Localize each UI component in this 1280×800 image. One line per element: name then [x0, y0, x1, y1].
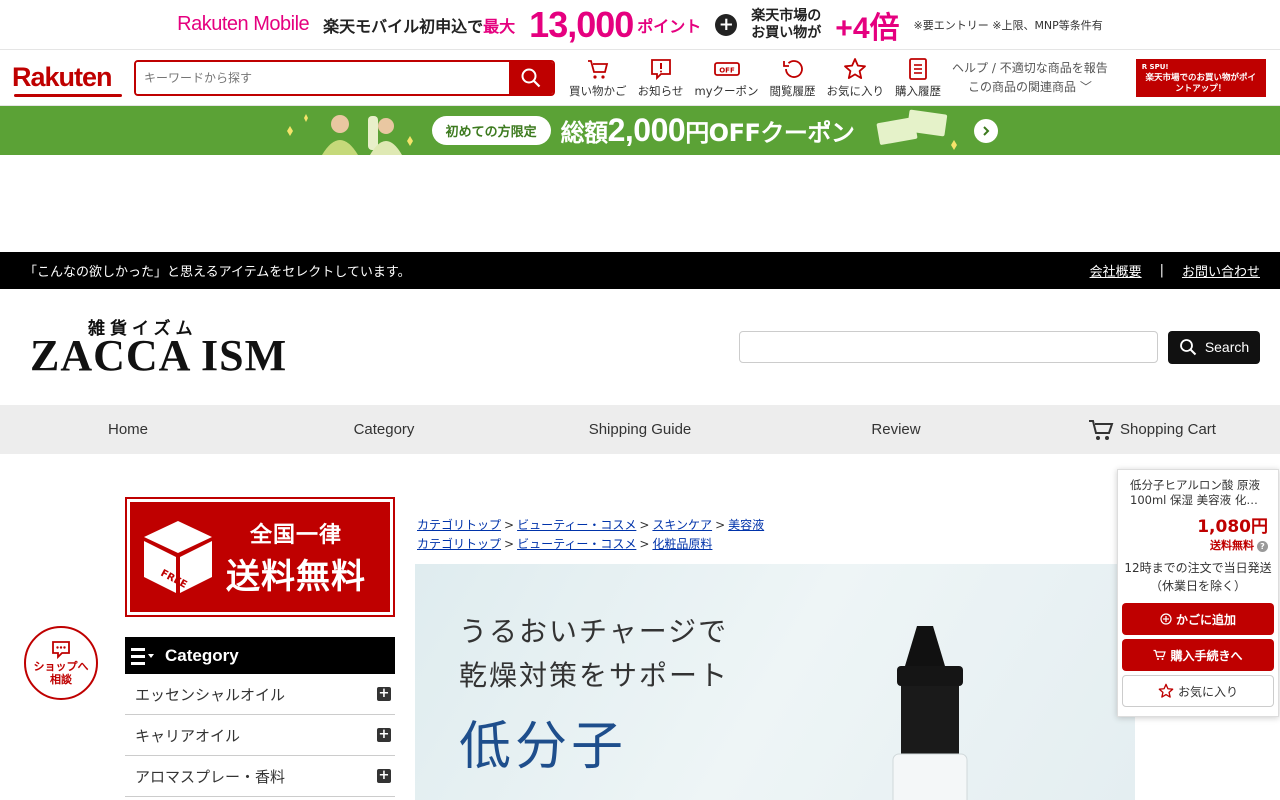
expand-plus-icon[interactable]: + — [377, 687, 391, 701]
rakuten-header: Rakuten 買い物かご お知らせ OFF myクーポン 閲覧履歴 お気に入り — [0, 50, 1280, 106]
star-icon — [844, 57, 867, 79]
category-item[interactable]: アロマスプレー・香料 + — [125, 756, 395, 797]
hero-line1: うるおいチャージで — [459, 615, 729, 648]
receipt-icon — [909, 57, 927, 80]
widget-shipping: 送料無料? — [1122, 537, 1274, 553]
rakuten-search-button[interactable] — [509, 61, 553, 94]
plus-circle-icon — [1160, 613, 1172, 625]
notification-icon — [650, 58, 671, 80]
info-icon[interactable]: ? — [1257, 541, 1268, 552]
coupon-prefix: 総額 — [560, 119, 609, 147]
chevron-right-icon[interactable] — [974, 118, 999, 143]
blank-ad-space — [0, 155, 1280, 252]
chevron-down-icon: ﹀ — [1079, 79, 1092, 94]
serum-bottle-image — [892, 626, 968, 800]
rakuten-mobile-logo: Rakuten Mobile — [177, 13, 310, 35]
rakuten-search-bar — [134, 59, 555, 96]
free-shipping-line2: 送料無料 — [226, 556, 366, 597]
nav-category[interactable]: Category — [256, 421, 512, 438]
purchase-history-link[interactable]: 購入履歴 — [890, 57, 946, 99]
promo-points-label: ポイント — [637, 16, 702, 36]
company-info-link[interactable]: 会社概要 — [1090, 261, 1142, 280]
star-icon — [1158, 683, 1174, 698]
main-content-area: ショップへ 相談 FREE 全国一律 送料無料 Category エッセンシャル… — [0, 454, 1280, 800]
shop-search-button[interactable]: Search — [1168, 330, 1260, 364]
breadcrumb-row-1: カテゴリトップ > ビューティー・コスメ > スキンケア > 美容液 — [417, 518, 765, 532]
rakuten-logo[interactable]: Rakuten — [12, 62, 134, 97]
expand-plus-icon[interactable]: + — [377, 728, 391, 742]
cart-icon — [587, 59, 608, 79]
favorites-link[interactable]: お気に入り — [827, 57, 884, 99]
shop-header: 雑貨イズム ZACCA ISM Search — [0, 289, 1280, 405]
cart-widget: 低分子ヒアルロン酸 原液 100ml 保湿 美容液 化… 1,080円 送料無料… — [1117, 469, 1279, 717]
plus-icon: + — [715, 13, 738, 36]
product-hero-image[interactable]: うるおいチャージで 乾燥対策をサポート 低分子 — [415, 564, 1135, 800]
shop-tagline-bar: 「こんなの欲しかった」と思えるアイテムをセレクトしています。 会社概要 | お問… — [0, 252, 1280, 289]
people-illustration — [286, 114, 413, 155]
widget-product-name: 低分子ヒアルロン酸 原液 100ml 保湿 美容液 化… — [1130, 478, 1261, 507]
my-coupon-link[interactable]: OFF myクーポン — [695, 57, 759, 99]
promo-max: 最大 — [483, 16, 516, 36]
favorite-button[interactable]: お気に入り — [1122, 675, 1274, 707]
cart-icon — [1089, 419, 1114, 440]
nav-shipping-guide[interactable]: Shipping Guide — [512, 421, 768, 438]
spu-banner[interactable]: R SPU! 楽天市場でのお買い物がポイントアップ！ — [1135, 58, 1266, 97]
mobile-promo-banner[interactable]: Rakuten Mobile 楽天モバイル初申込で最大 13,000 ポイント … — [0, 0, 1280, 50]
promo-text: 楽天モバイル初申込で — [323, 16, 484, 36]
cart-link[interactable]: 買い物かご — [569, 57, 627, 99]
bills-illustration — [877, 109, 958, 150]
history-icon — [782, 59, 803, 78]
search-icon — [521, 68, 541, 87]
checkout-button[interactable]: 購入手続きへ — [1122, 639, 1274, 671]
category-heading: Category — [125, 637, 395, 674]
expand-plus-icon[interactable]: + — [377, 769, 391, 783]
first-time-label: 初めての方限定 — [431, 116, 551, 145]
svg-text:OFF: OFF — [719, 66, 735, 74]
free-shipping-banner[interactable]: FREE 全国一律 送料無料 — [125, 497, 395, 617]
box-icon: FREE — [144, 521, 212, 593]
coupon-icon: OFF — [713, 61, 740, 76]
breadcrumb: カテゴリトップ > ビューティー・コスメ > スキンケア > 美容液 カテゴリトップ > ビュー… — [415, 516, 1135, 554]
help-report-link[interactable]: ヘルプ / 不適切な商品を報告 — [952, 61, 1108, 75]
promo-points-number: 13,000 — [529, 3, 634, 45]
first-time-coupon-banner[interactable]: 初めての方限定 総額2,000円OFFクーポン — [0, 106, 1280, 155]
shop-chat-button[interactable]: ショップへ 相談 — [24, 626, 98, 700]
coupon-suffix: 円OFFクーポン — [685, 119, 855, 147]
shop-search-input[interactable] — [739, 331, 1158, 363]
hero-headline: 低分子 — [459, 717, 628, 777]
category-item[interactable]: エッセンシャルオイル + — [125, 674, 395, 715]
free-shipping-line1: 全国一律 — [249, 522, 342, 548]
search-icon — [1179, 339, 1197, 356]
notification-link[interactable]: お知らせ — [633, 57, 689, 99]
nav-shopping-cart[interactable]: Shopping Cart — [1024, 418, 1280, 442]
menu-icon — [131, 647, 154, 665]
contact-link[interactable]: お問い合わせ — [1182, 261, 1260, 280]
widget-price: 1,080円 — [1197, 517, 1268, 537]
shop-header-links: 会社概要 | お問い合わせ — [1090, 261, 1260, 280]
widget-delivery-note: 12時までの注文で当日発送（休業日を除く） — [1124, 561, 1272, 593]
link-separator: | — [1159, 263, 1164, 278]
breadcrumb-row-2: カテゴリトップ > ビューティー・コスメ > 化粧品原料 — [417, 537, 713, 551]
history-link[interactable]: 閲覧履歴 — [765, 57, 821, 99]
product-content: カテゴリトップ > ビューティー・コスメ > スキンケア > 美容液 カテゴリトップ > ビュー… — [415, 516, 1135, 800]
chat-icon — [52, 641, 70, 660]
hero-line2: 乾燥対策をサポート — [459, 659, 730, 692]
promo-multiplier: +4倍 — [835, 11, 900, 45]
related-items-link[interactable]: この商品の関連商品 ﹀ — [952, 80, 1092, 94]
add-to-cart-button[interactable]: かごに追加 — [1122, 603, 1274, 635]
cart-icon — [1153, 649, 1167, 660]
sidebar: FREE 全国一律 送料無料 Category エッセンシャルオイル + キャリ… — [125, 497, 395, 797]
promo-note: ※要エントリー ※上限、MNP等条件有 — [913, 18, 1103, 32]
nav-review[interactable]: Review — [768, 421, 1024, 438]
shop-search: Search — [739, 330, 1260, 364]
header-icon-menu: 買い物かご お知らせ OFF myクーポン 閲覧履歴 お気に入り 購入履歴 — [569, 57, 946, 99]
coupon-amount: 2,000 — [607, 112, 686, 148]
promo-text2-line2: お買い物が — [751, 24, 822, 41]
help-links: ヘルプ / 不適切な商品を報告 この商品の関連商品 ﹀ — [952, 59, 1108, 97]
zacca-ism-logo[interactable]: 雑貨イズム ZACCA ISM — [30, 316, 330, 380]
shop-tagline: 「こんなの欲しかった」と思えるアイテムをセレクトしています。 — [24, 265, 411, 280]
rakuten-search-input[interactable] — [136, 61, 509, 94]
promo-text2-line1: 楽天市場の — [751, 7, 822, 24]
category-item[interactable]: キャリアオイル + — [125, 715, 395, 756]
